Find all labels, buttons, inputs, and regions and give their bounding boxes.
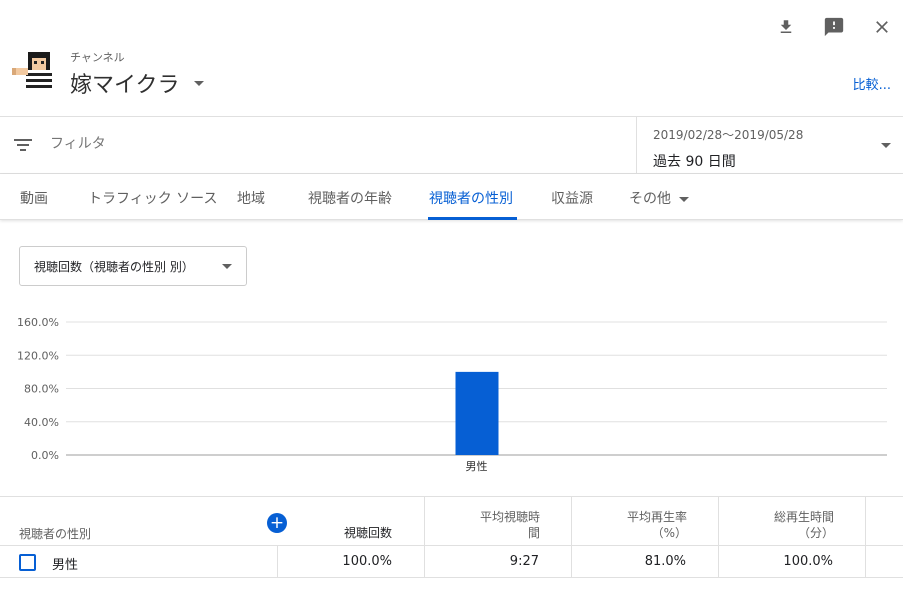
channel-text: チャンネル 嫁マイクラ	[70, 49, 204, 99]
tab-viewer-gender[interactable]: 視聴者の性別	[429, 188, 513, 208]
column-header-views[interactable]: 視聴回数	[278, 497, 424, 546]
date-period-label: 過去 90 日間	[653, 154, 736, 170]
tab-traffic-source[interactable]: トラフィック ソース	[88, 188, 217, 208]
download-icon[interactable]	[773, 14, 799, 40]
row-label: 男性	[52, 558, 79, 573]
y-tick-label: 160.0%	[17, 316, 59, 329]
y-tick-label: 120.0%	[17, 349, 59, 362]
column-header-avg-view-duration[interactable]: 平均視聴時 間	[424, 497, 571, 546]
channel-header: チャンネル 嫁マイクラ	[12, 48, 204, 100]
channel-avatar	[12, 48, 56, 100]
cell-views: 100.0%	[277, 546, 424, 577]
table-row: 男性 100.0% 9:27 81.0% 100.0%	[0, 546, 903, 578]
tab-geography[interactable]: 地域	[237, 188, 265, 208]
chevron-down-icon	[222, 263, 232, 269]
table-header: 視聴者の性別 + 視聴回数 平均視聴時 間 平均再生率 （%） 総再生時間 （分…	[0, 496, 903, 546]
date-range-text: 2019/02/28～2019/05/28	[653, 128, 804, 142]
chevron-down-icon	[679, 196, 689, 202]
tab-revenue-source[interactable]: 収益源	[551, 188, 593, 208]
column-header-watch-time[interactable]: 総再生時間 （分）	[718, 497, 865, 546]
y-tick-label: 80.0%	[24, 383, 59, 396]
tab-more-label: その他	[629, 191, 671, 207]
tab-videos[interactable]: 動画	[20, 188, 48, 208]
tab-viewer-age[interactable]: 視聴者の年齢	[308, 188, 392, 208]
cell-avg-view-percentage: 81.0%	[571, 546, 718, 577]
channel-name[interactable]: 嫁マイクラ	[70, 67, 180, 99]
chevron-down-icon[interactable]	[881, 143, 891, 148]
report-tabs: 動画 トラフィック ソース 地域 視聴者の年齢 視聴者の性別 収益源 その他	[0, 174, 903, 220]
bar-chart: 0.0% 40.0% 80.0% 120.0% 160.0% 男性	[17, 316, 887, 473]
cell-avg-view-duration: 9:27	[424, 546, 571, 577]
metric-dropdown-value: 視聴回数（視聴者の性別 別）	[34, 259, 194, 274]
channel-label: チャンネル	[70, 51, 125, 64]
cell-watch-time: 100.0%	[718, 546, 865, 577]
chevron-down-icon[interactable]	[193, 80, 204, 86]
row-checkbox[interactable]	[19, 554, 36, 571]
tab-more[interactable]: その他	[629, 188, 689, 208]
active-tab-indicator	[428, 217, 517, 220]
x-tick-label: 男性	[466, 459, 488, 473]
cell-empty	[865, 546, 903, 577]
y-tick-label: 0.0%	[31, 449, 59, 462]
column-divider	[865, 497, 903, 546]
column-header-avg-view-percentage[interactable]: 平均再生率 （%）	[571, 497, 718, 546]
filter-icon[interactable]	[13, 137, 33, 153]
date-range-picker[interactable]: 2019/02/28～2019/05/28 過去 90 日間	[636, 117, 903, 174]
close-icon[interactable]	[869, 14, 895, 40]
channel-switcher[interactable]: 嫁マイクラ	[70, 67, 204, 99]
metric-dropdown[interactable]: 視聴回数（視聴者の性別 別）	[19, 246, 247, 286]
filter-input[interactable]	[50, 135, 450, 151]
feedback-icon[interactable]	[821, 14, 847, 40]
filter-bar: 2019/02/28～2019/05/28 過去 90 日間	[0, 116, 903, 174]
data-table: 視聴者の性別 + 視聴回数 平均視聴時 間 平均再生率 （%） 総再生時間 （分…	[0, 496, 903, 578]
compare-link[interactable]: 比較...	[853, 74, 891, 93]
y-tick-label: 40.0%	[24, 416, 59, 429]
toolbar	[773, 14, 895, 40]
dimension-header: 視聴者の性別	[19, 527, 92, 541]
bar-0	[455, 371, 499, 455]
